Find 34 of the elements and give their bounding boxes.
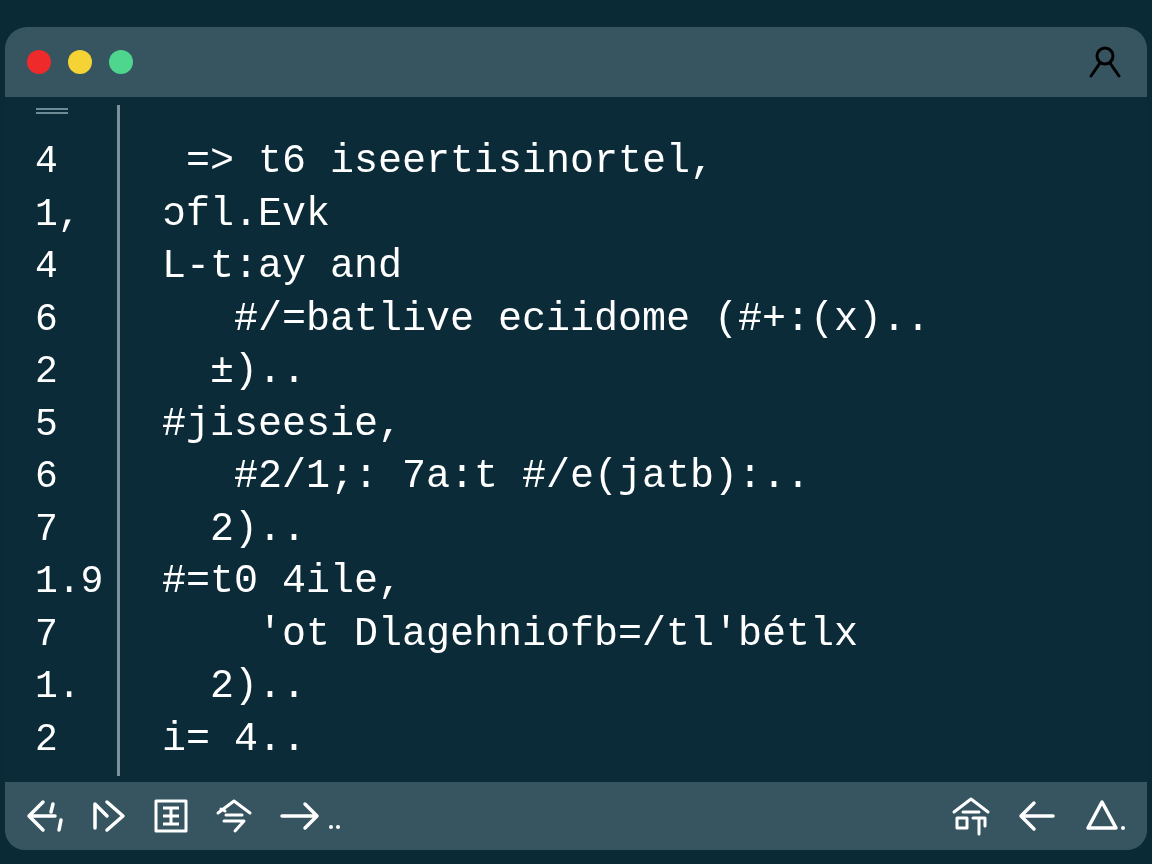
line-number: 7 bbox=[35, 612, 58, 656]
line-number: 6 bbox=[35, 455, 58, 498]
gutter-mark-icon bbox=[35, 107, 69, 115]
code-line: L-t:ay and bbox=[162, 244, 403, 289]
line-number: 1.9 bbox=[35, 560, 104, 603]
line-number: 4 bbox=[35, 140, 58, 183]
line-number: 5 bbox=[35, 402, 58, 446]
line-number: 6 bbox=[35, 297, 58, 341]
line-number: 1. bbox=[35, 665, 81, 708]
code-line: 2).. bbox=[209, 506, 307, 552]
code-line: i= 4.. bbox=[162, 716, 307, 762]
maximize-button[interactable] bbox=[109, 50, 133, 74]
forward-chevron-icon[interactable] bbox=[91, 798, 127, 834]
roof-icon[interactable] bbox=[215, 797, 253, 835]
line-number: 4 bbox=[35, 245, 58, 288]
minimize-button[interactable] bbox=[68, 50, 92, 74]
code-line: #/=batlive eciidome (#+:(x).. bbox=[233, 296, 931, 342]
user-icon[interactable] bbox=[1087, 44, 1123, 80]
code-line: #jiseesie, bbox=[162, 401, 403, 447]
code-line: 'ot Dlagehniofb=/tl'bétlx bbox=[257, 611, 859, 657]
line-number: 2 bbox=[35, 717, 58, 761]
line-number: 2 bbox=[35, 350, 58, 393]
house-icon[interactable] bbox=[951, 796, 991, 836]
back-arrow-icon[interactable] bbox=[25, 798, 65, 834]
code-line: ɔfl.Evk bbox=[162, 191, 331, 237]
line-number: 1, bbox=[35, 192, 81, 236]
back-arrow-icon[interactable] bbox=[1017, 798, 1057, 834]
line-number: 7 bbox=[35, 507, 58, 551]
code-line: ±).. bbox=[209, 349, 307, 394]
code-line: #=t0 4ile, bbox=[162, 559, 403, 604]
grid-document-icon[interactable] bbox=[153, 797, 189, 835]
code-line: 2).. bbox=[209, 664, 307, 709]
code-line: => t6 iseertisinortel, bbox=[185, 139, 715, 184]
code-line: #2/1;: 7a:t #/e(jatb):.. bbox=[233, 454, 811, 499]
